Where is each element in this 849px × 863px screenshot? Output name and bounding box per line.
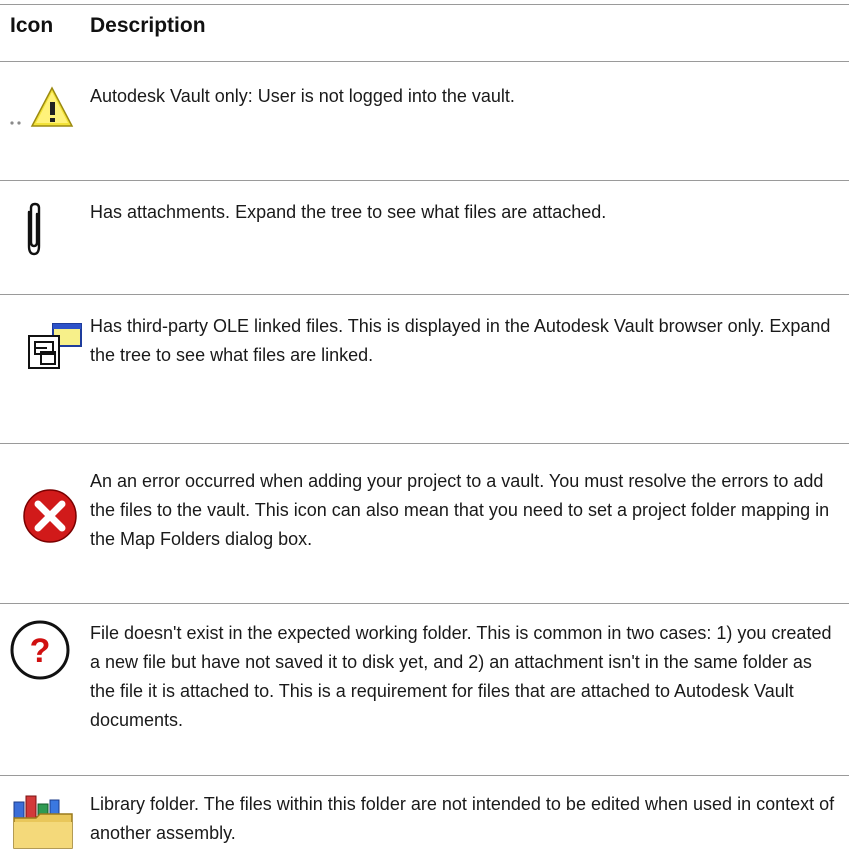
row-divider xyxy=(0,180,849,181)
paperclip-icon xyxy=(23,202,45,258)
library-folder-icon xyxy=(10,792,80,850)
row-description: Has third-party OLE linked files. This i… xyxy=(90,316,831,365)
header-description-column: Description xyxy=(90,14,206,37)
row-description: Autodesk Vault only: User is not logged … xyxy=(90,86,515,106)
header-icon-column: Icon xyxy=(10,14,54,37)
row-description: File doesn't exist in the expected worki… xyxy=(90,623,832,730)
header-rule xyxy=(0,61,849,62)
ole-linked-files-icon xyxy=(27,322,85,372)
row-divider xyxy=(0,443,849,444)
row-divider xyxy=(0,775,849,776)
row-description: An an error occurred when adding your pr… xyxy=(90,471,830,549)
error-x-icon xyxy=(22,488,78,544)
table-top-rule xyxy=(0,4,849,5)
question-mark-icon: ? xyxy=(8,618,72,682)
row-divider xyxy=(0,603,849,604)
row-description: Has attachments. Expand the tree to see … xyxy=(90,202,607,222)
svg-text:?: ? xyxy=(30,632,51,670)
row-divider xyxy=(0,294,849,295)
row-description: Library folder. The files within this fo… xyxy=(90,794,835,843)
warning-triangle-icon xyxy=(8,82,80,134)
